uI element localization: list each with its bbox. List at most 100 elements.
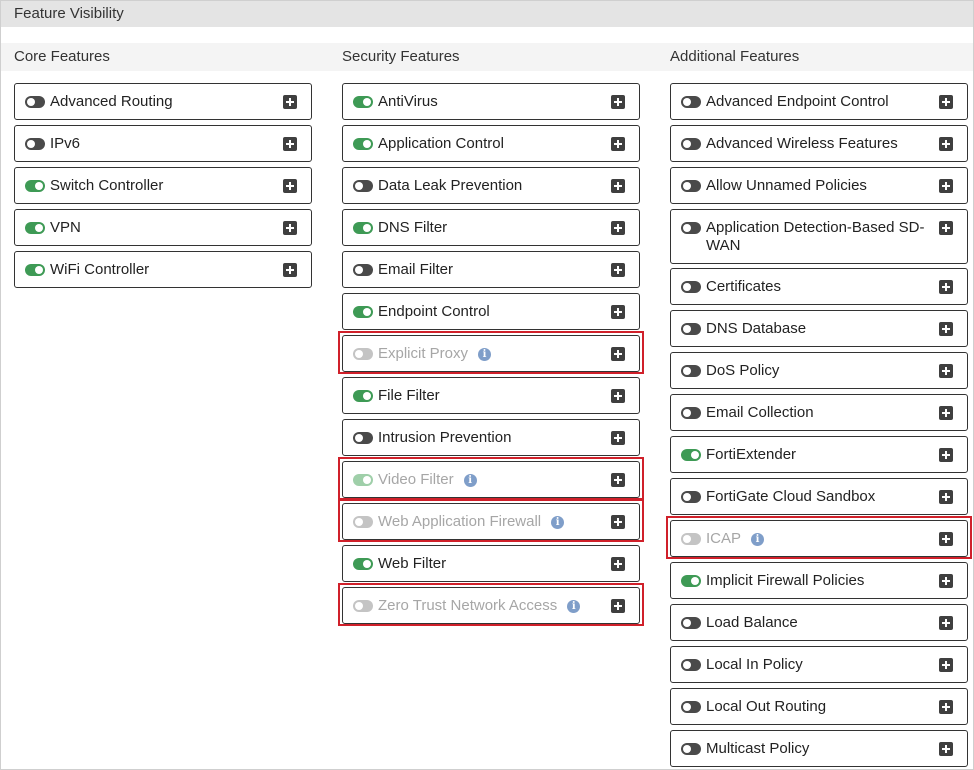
expand-plus-icon[interactable] — [939, 406, 953, 420]
feature-label: DoS Policy — [706, 362, 931, 380]
feature-label-text: Intrusion Prevention — [378, 429, 512, 446]
expand-plus-icon[interactable] — [611, 431, 625, 445]
toggle-switch-icon[interactable] — [681, 96, 701, 108]
toggle-switch-icon[interactable] — [681, 449, 701, 461]
toggle-switch-icon[interactable] — [681, 323, 701, 335]
expand-plus-icon[interactable] — [611, 179, 625, 193]
expand-plus-icon[interactable] — [939, 95, 953, 109]
toggle-switch-icon[interactable] — [681, 407, 701, 419]
toggle-switch-icon[interactable] — [25, 96, 45, 108]
toggle-switch-icon[interactable] — [353, 222, 373, 234]
expand-plus-icon[interactable] — [283, 95, 297, 109]
expand-plus-icon[interactable] — [939, 179, 953, 193]
feature-card-ipv6: IPv6 — [14, 125, 312, 162]
expand-plus-icon[interactable] — [939, 448, 953, 462]
feature-label: Local Out Routing — [706, 698, 931, 716]
toggle-switch-icon[interactable] — [353, 96, 373, 108]
expand-plus-icon[interactable] — [939, 742, 953, 756]
info-icon[interactable]: i — [751, 533, 765, 546]
feature-label-text: Email Collection — [706, 404, 814, 421]
info-icon[interactable]: i — [478, 348, 492, 361]
toggle-switch-icon[interactable] — [681, 365, 701, 377]
toggle-switch-icon — [353, 600, 373, 612]
expand-plus-icon[interactable] — [939, 616, 953, 630]
expand-plus-icon[interactable] — [939, 280, 953, 294]
toggle-switch-icon[interactable] — [25, 264, 45, 276]
feature-card-dos-policy: DoS Policy — [670, 352, 968, 389]
expand-plus-icon[interactable] — [611, 263, 625, 277]
info-icon[interactable]: i — [567, 600, 581, 613]
expand-plus-icon[interactable] — [939, 532, 953, 546]
feature-card-wifi-controller: WiFi Controller — [14, 251, 312, 288]
expand-plus-icon[interactable] — [611, 515, 625, 529]
toggle-switch-icon[interactable] — [681, 701, 701, 713]
feature-label-text: VPN — [50, 219, 81, 236]
feature-label: ICAP i — [706, 530, 931, 548]
toggle-switch-icon[interactable] — [681, 659, 701, 671]
expand-plus-icon[interactable] — [611, 95, 625, 109]
feature-card-certificates: Certificates — [670, 268, 968, 305]
feature-label-text: FortiExtender — [706, 446, 797, 463]
expand-plus-icon[interactable] — [939, 221, 953, 235]
expand-plus-icon[interactable] — [611, 347, 625, 361]
toggle-switch-icon[interactable] — [681, 138, 701, 150]
toggle-switch-icon[interactable] — [681, 222, 701, 234]
toggle-switch-icon[interactable] — [353, 306, 373, 318]
feature-label: Local In Policy — [706, 656, 931, 674]
toggle-switch-icon[interactable] — [25, 180, 45, 192]
toggle-switch-icon[interactable] — [681, 281, 701, 293]
toggle-switch-icon[interactable] — [353, 432, 373, 444]
feature-label: Endpoint Control — [378, 303, 603, 321]
expand-plus-icon[interactable] — [611, 305, 625, 319]
toggle-switch-icon[interactable] — [353, 180, 373, 192]
expand-plus-icon[interactable] — [939, 137, 953, 151]
feature-card-email-collection: Email Collection — [670, 394, 968, 431]
feature-label: File Filter — [378, 387, 603, 405]
feature-label-text: DoS Policy — [706, 362, 780, 379]
info-icon[interactable]: i — [463, 474, 477, 487]
expand-plus-icon[interactable] — [939, 490, 953, 504]
expand-plus-icon[interactable] — [611, 137, 625, 151]
feature-card-fortigate-cloud-sandbox: FortiGate Cloud Sandbox — [670, 478, 968, 515]
expand-plus-icon[interactable] — [283, 221, 297, 235]
feature-label-text: FortiGate Cloud Sandbox — [706, 488, 876, 505]
expand-plus-icon[interactable] — [611, 221, 625, 235]
expand-plus-icon[interactable] — [939, 658, 953, 672]
expand-plus-icon[interactable] — [939, 364, 953, 378]
toggle-switch-icon[interactable] — [681, 575, 701, 587]
expand-plus-icon[interactable] — [611, 473, 625, 487]
feature-label: FortiGate Cloud Sandbox — [706, 488, 931, 506]
expand-plus-icon[interactable] — [939, 574, 953, 588]
toggle-switch-icon[interactable] — [681, 743, 701, 755]
toggle-switch-icon — [353, 516, 373, 528]
toggle-switch-icon[interactable] — [353, 558, 373, 570]
toggle-switch-icon[interactable] — [353, 390, 373, 402]
feature-card-implicit-firewall-policies: Implicit Firewall Policies — [670, 562, 968, 599]
expand-plus-icon[interactable] — [611, 557, 625, 571]
feature-card-switch-controller: Switch Controller — [14, 167, 312, 204]
feature-card-local-out-routing: Local Out Routing — [670, 688, 968, 725]
expand-plus-icon[interactable] — [283, 137, 297, 151]
feature-card-data-leak-prevention: Data Leak Prevention — [342, 167, 640, 204]
toggle-switch-icon[interactable] — [25, 222, 45, 234]
expand-plus-icon[interactable] — [611, 389, 625, 403]
feature-label: Implicit Firewall Policies — [706, 572, 931, 590]
expand-plus-icon[interactable] — [611, 599, 625, 613]
feature-label: Zero Trust Network Access i — [378, 597, 603, 615]
feature-label-text: Web Filter — [378, 555, 447, 572]
info-icon[interactable]: i — [551, 516, 565, 529]
feature-label-text: Web Application Firewall — [378, 513, 542, 530]
expand-plus-icon[interactable] — [939, 700, 953, 714]
toggle-switch-icon[interactable] — [353, 264, 373, 276]
feature-label-text: File Filter — [378, 387, 440, 404]
feature-label-text: Endpoint Control — [378, 303, 490, 320]
toggle-switch-icon[interactable] — [681, 491, 701, 503]
toggle-switch-icon[interactable] — [681, 180, 701, 192]
toggle-switch-icon[interactable] — [25, 138, 45, 150]
toggle-switch-icon[interactable] — [353, 138, 373, 150]
toggle-switch-icon[interactable] — [681, 617, 701, 629]
toggle-switch-icon — [353, 348, 373, 360]
expand-plus-icon[interactable] — [939, 322, 953, 336]
expand-plus-icon[interactable] — [283, 179, 297, 193]
expand-plus-icon[interactable] — [283, 263, 297, 277]
